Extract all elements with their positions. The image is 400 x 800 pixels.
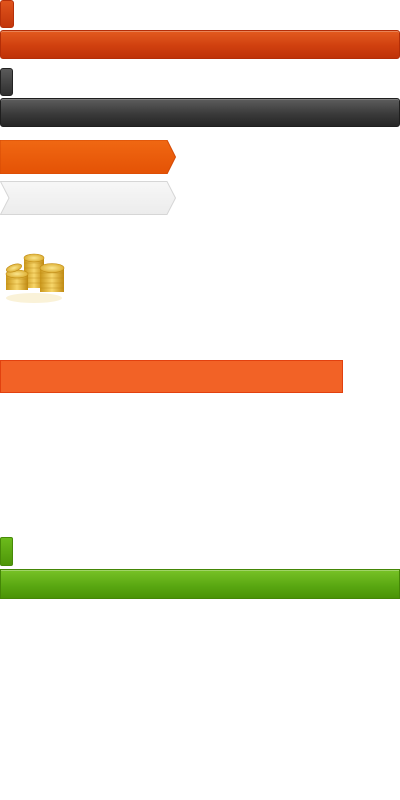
green-tab-cap [0,537,13,566]
dark-tab-cap [0,68,13,96]
step-arrow-inactive[interactable] [0,181,176,215]
red-tab-cap [0,0,14,28]
coin-stack-icon [2,250,66,306]
green-button-bar[interactable] [0,569,400,599]
dark-button-bar[interactable] [0,98,400,127]
step-arrow-active[interactable] [0,140,176,174]
red-button-bar[interactable] [0,30,400,59]
orange-flat-button[interactable] [0,360,343,393]
